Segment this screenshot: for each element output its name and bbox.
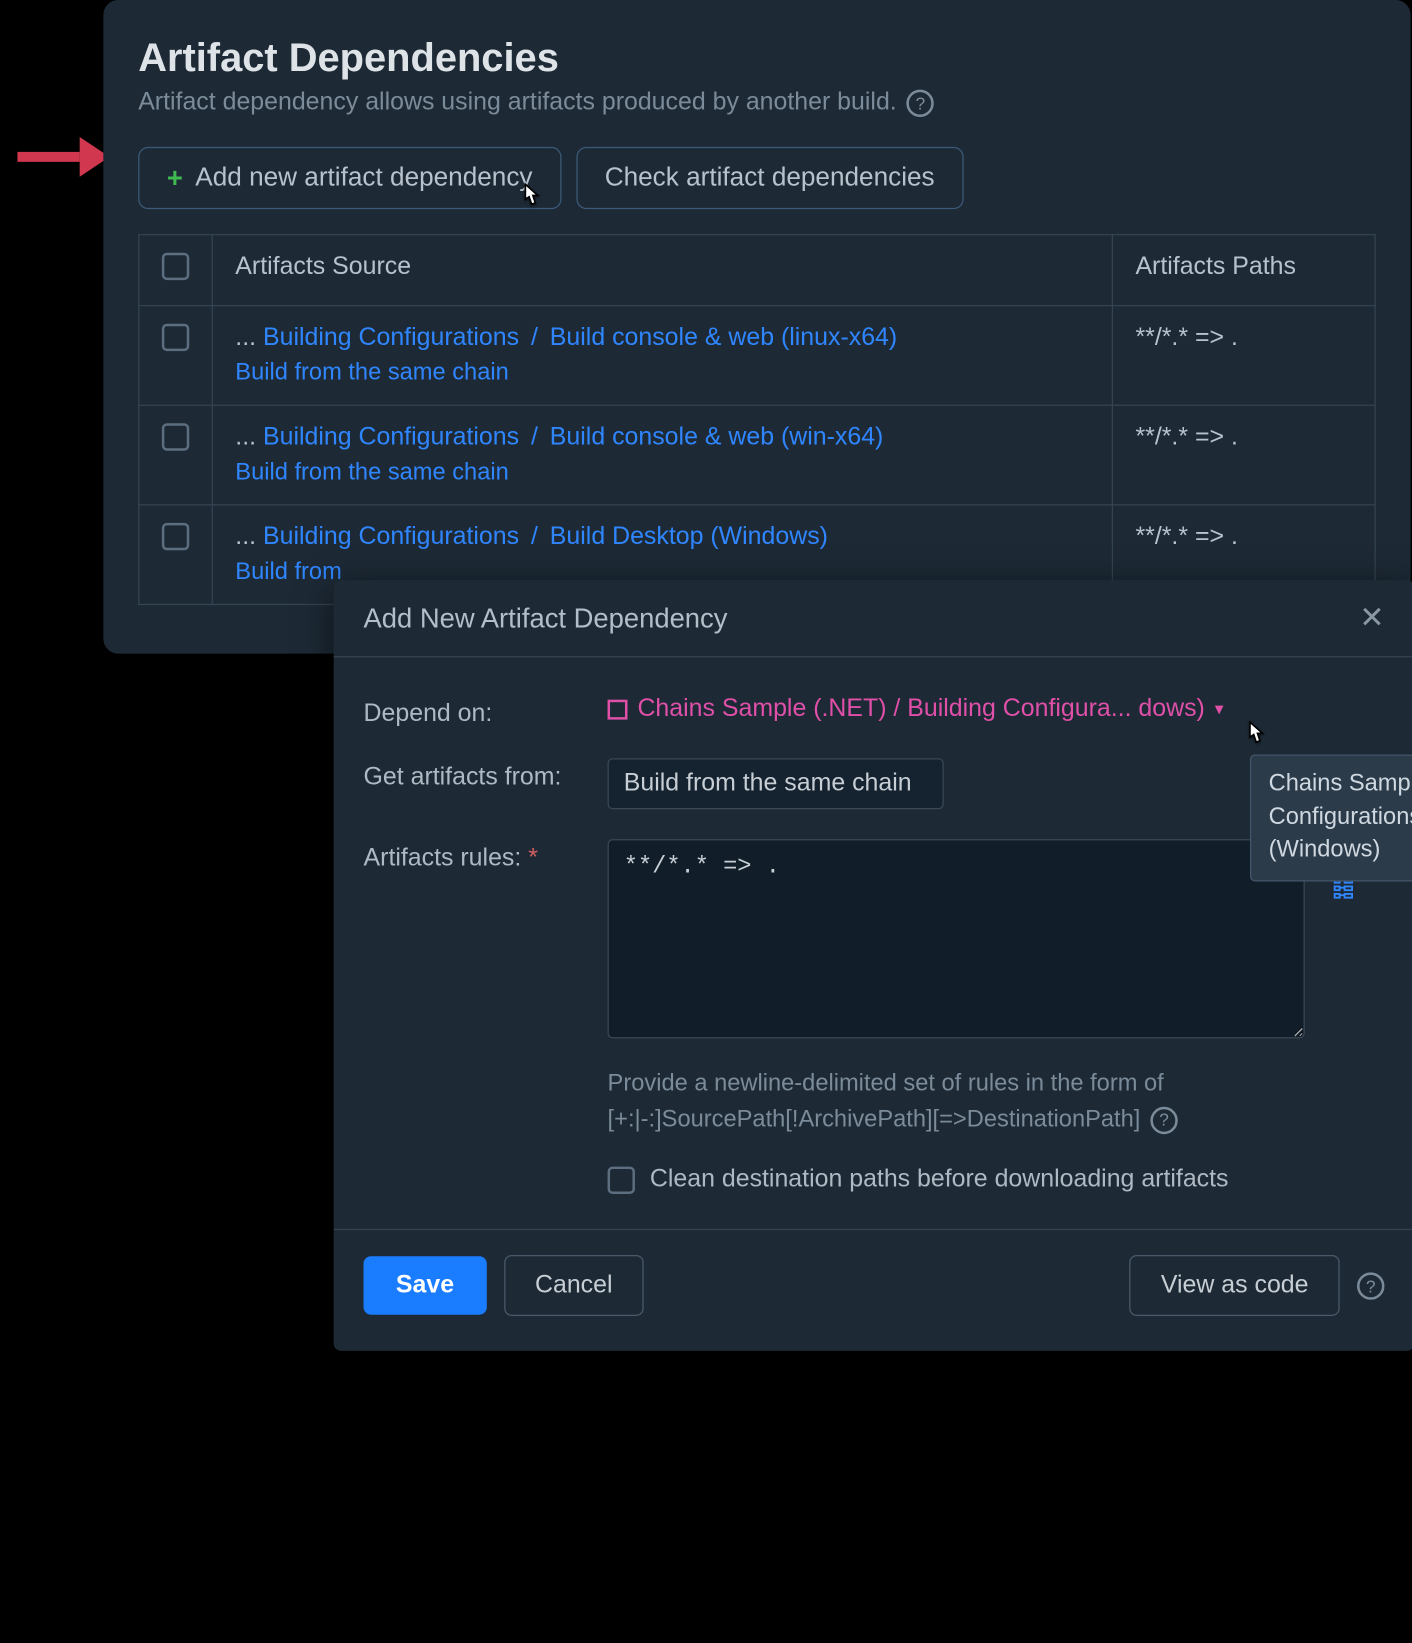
action-buttons: + Add new artifact dependency Check arti… (138, 147, 1376, 209)
check-button-label: Check artifact dependencies (605, 163, 935, 193)
depend-on-tooltip: Chains Sample (.NET) / Building Configur… (1250, 754, 1412, 881)
project-icon (608, 699, 628, 719)
add-artifact-dependency-dialog: Add New Artifact Dependency ✕ Depend on:… (334, 580, 1412, 1351)
config-link[interactable]: Building Configurations (263, 423, 519, 450)
row-checkbox[interactable] (162, 324, 189, 351)
col-artifacts-source: Artifacts Source (212, 235, 1112, 306)
get-from-value: Build from the same chain (624, 769, 912, 798)
config-link[interactable]: Building Configurations (263, 523, 519, 550)
pointer-cursor-icon (1240, 720, 1270, 761)
paths-value: **/*.* => . (1135, 324, 1237, 351)
help-icon[interactable]: ? (1150, 1106, 1177, 1133)
row-subtext[interactable]: Build from the same chain (235, 360, 1089, 387)
table-row: ... Building Configurations / Build cons… (139, 306, 1375, 406)
get-artifacts-from-select[interactable]: Build from the same chain (608, 758, 944, 809)
cancel-button[interactable]: Cancel (504, 1255, 644, 1316)
hint-line-2: [+:|-:]SourcePath[!ArchivePath][=>Destin… (608, 1102, 1141, 1137)
build-link[interactable]: Build console & web (linux-x64) (550, 324, 897, 351)
dependencies-table: Artifacts Source Artifacts Paths ... Bui… (138, 234, 1376, 605)
save-button[interactable]: Save (364, 1256, 487, 1315)
dialog-title: Add New Artifact Dependency (364, 602, 728, 634)
config-link[interactable]: Building Configurations (263, 324, 519, 351)
add-button-label: Add new artifact dependency (195, 163, 532, 193)
help-icon[interactable]: ? (907, 89, 934, 116)
depend-on-label: Depend on: (364, 695, 608, 729)
close-icon[interactable]: ✕ (1359, 600, 1384, 636)
row-checkbox[interactable] (162, 523, 189, 550)
view-as-code-button[interactable]: View as code (1130, 1255, 1340, 1316)
row-subtext[interactable]: Build from the same chain (235, 459, 1089, 486)
select-all-header[interactable] (139, 235, 212, 306)
plus-icon: + (167, 164, 183, 191)
get-artifacts-from-label: Get artifacts from: (364, 758, 608, 792)
dialog-footer: Save Cancel View as code ? (334, 1229, 1412, 1316)
check-dependencies-button[interactable]: Check artifact dependencies (576, 147, 963, 209)
page-description: Artifact dependency allows using artifac… (138, 88, 1376, 117)
paths-value: **/*.* => . (1135, 423, 1237, 450)
build-link[interactable]: Build console & web (win-x64) (550, 423, 884, 450)
page-title: Artifact Dependencies (138, 35, 1376, 81)
pointer-cursor-icon (515, 182, 545, 226)
col-artifacts-paths: Artifacts Paths (1112, 235, 1375, 306)
help-icon[interactable]: ? (1357, 1272, 1384, 1299)
chevron-down-icon: ▾ (1215, 698, 1224, 719)
rules-hint: Provide a newline-delimited set of rules… (608, 1067, 1385, 1138)
build-link[interactable]: Build Desktop (Windows) (550, 523, 828, 550)
path-prefix: ... (235, 324, 256, 351)
hint-line-1: Provide a newline-delimited set of rules… (608, 1067, 1385, 1102)
artifacts-rules-textarea[interactable] (608, 839, 1305, 1038)
add-artifact-dependency-button[interactable]: + Add new artifact dependency (138, 147, 561, 209)
artifact-dependencies-panel: Artifact Dependencies Artifact dependenc… (103, 0, 1410, 654)
annotation-arrow (17, 137, 109, 177)
clean-checkbox-label: Clean destination paths before downloadi… (650, 1165, 1229, 1194)
depend-on-value: Chains Sample (.NET) / Building Configur… (637, 695, 1204, 724)
table-row: ... Building Configurations / Build cons… (139, 405, 1375, 505)
path-prefix: ... (235, 423, 256, 450)
artifacts-rules-label: Artifacts rules: * (364, 839, 608, 873)
paths-value: **/*.* => . (1135, 523, 1237, 550)
clean-destination-checkbox[interactable]: Clean destination paths before downloadi… (608, 1165, 1385, 1194)
checkbox-icon (608, 1166, 635, 1193)
page-description-text: Artifact dependency allows using artifac… (138, 88, 897, 117)
path-prefix: ... (235, 523, 256, 550)
row-checkbox[interactable] (162, 423, 189, 450)
